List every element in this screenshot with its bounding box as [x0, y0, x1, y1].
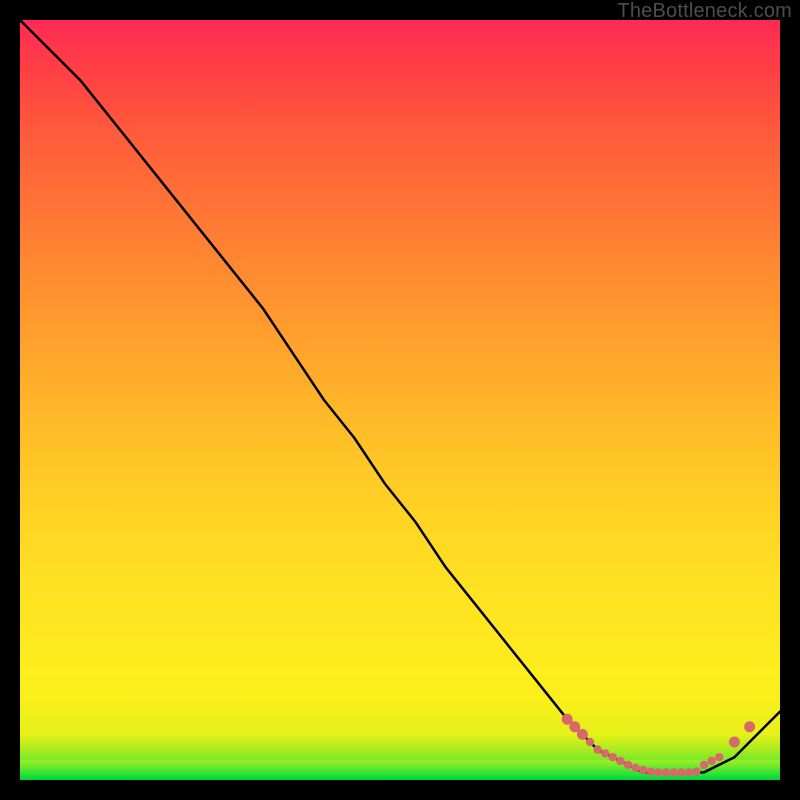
fit-marker — [601, 749, 609, 757]
fit-marker — [616, 757, 624, 765]
fit-marker — [609, 753, 617, 761]
fit-marker — [677, 768, 685, 776]
fit-marker — [639, 766, 647, 774]
fit-marker — [577, 729, 588, 740]
fit-marker — [715, 753, 723, 761]
curve-svg — [20, 20, 780, 780]
fit-marker — [631, 764, 639, 772]
plot-area — [20, 20, 780, 780]
fit-marker — [586, 738, 594, 746]
fit-marker — [624, 761, 632, 769]
fit-marker — [685, 768, 693, 776]
fit-marker — [700, 761, 708, 769]
fit-marker — [692, 767, 700, 775]
fit-marker — [729, 737, 740, 748]
fit-marker — [662, 768, 670, 776]
fit-marker — [647, 767, 655, 775]
fit-marker — [707, 757, 715, 765]
fit-marker — [744, 721, 755, 732]
fit-marker — [654, 768, 662, 776]
bottleneck-curve — [20, 20, 780, 772]
fit-marker — [593, 745, 601, 753]
fit-region-markers — [562, 714, 755, 777]
fit-marker — [669, 768, 677, 776]
chart-stage: TheBottleneck.com — [0, 0, 800, 800]
